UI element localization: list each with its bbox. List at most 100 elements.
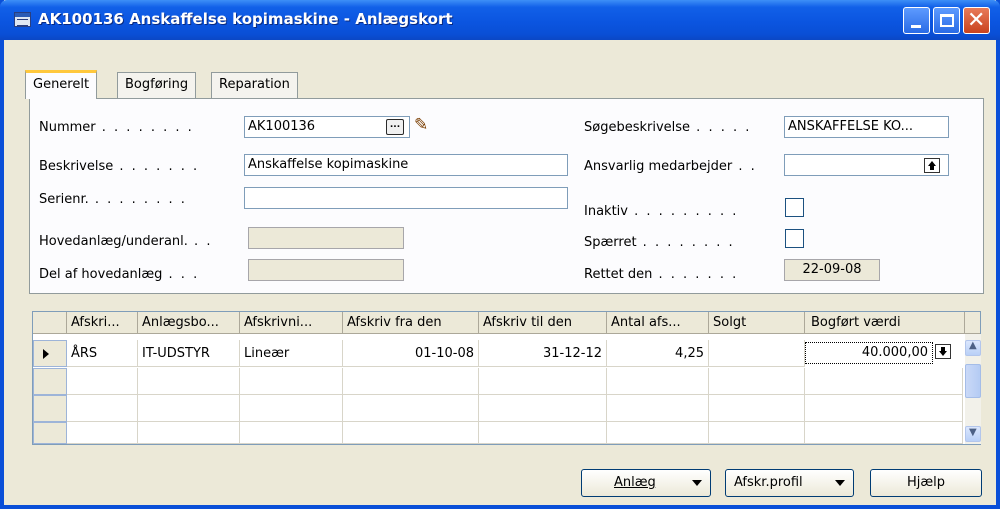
cell[interactable]	[479, 368, 607, 395]
cell[interactable]	[607, 422, 709, 444]
cell-bogfort-vaerdi[interactable]: 40.000,00	[805, 342, 933, 364]
spaerret-label: Spærret . . . . . . . .	[584, 235, 735, 250]
cell[interactable]	[343, 395, 479, 422]
row-selector[interactable]	[33, 340, 67, 367]
column-header[interactable]: Anlægsbo...	[138, 312, 240, 334]
anlaeg-button-label: Anlæg	[614, 475, 656, 490]
soegebeskrivelse-field[interactable]: ANSKAFFELSE KO...	[784, 116, 949, 138]
cell-afskrivningsmetode[interactable]: Lineær	[240, 340, 343, 367]
beskrivelse-label: Beskrivelse . . . . . . .	[39, 159, 200, 174]
anlaeg-button[interactable]: Anlæg	[581, 469, 711, 497]
table-row[interactable]	[33, 395, 963, 422]
rettet-label: Rettet den . . . . . . .	[584, 267, 739, 282]
cell[interactable]	[607, 368, 709, 395]
scroll-thumb[interactable]	[965, 364, 981, 398]
delaf-label: Del af hovedanlæg . . .	[39, 267, 200, 282]
depreciation-grid: Afskri... Anlægsbo... Afskrivni... Afskr…	[32, 311, 981, 445]
cell[interactable]	[805, 368, 963, 395]
cell-afskriv-til[interactable]: 31-12-12	[479, 340, 607, 367]
minimize-button[interactable]	[903, 7, 930, 34]
inaktiv-checkbox[interactable]	[785, 198, 804, 217]
cell[interactable]	[479, 395, 607, 422]
cell[interactable]	[343, 422, 479, 444]
row-selector[interactable]	[33, 395, 67, 422]
pencil-icon[interactable]: ✎	[414, 115, 428, 135]
cell-afskrivningsprofil[interactable]: ÅRS	[67, 340, 138, 367]
hovedanlaeg-field	[248, 227, 404, 249]
cell[interactable]	[138, 368, 240, 395]
grid-header: Afskri... Anlægsbo... Afskrivni... Afskr…	[33, 312, 980, 334]
cell[interactable]	[709, 368, 805, 395]
cell[interactable]	[67, 395, 138, 422]
help-button-label: Hjælp	[906, 475, 946, 490]
card-window: AK100136 Anskaffelse kopimaskine - Anlæg…	[0, 0, 1000, 509]
cell-antal[interactable]: 4,25	[607, 340, 709, 367]
cell[interactable]	[67, 368, 138, 395]
tab-label: Generelt	[33, 77, 90, 92]
cell-anlaegsbogforing[interactable]: IT-UDSTYR	[138, 340, 240, 367]
delaf-field	[248, 259, 404, 281]
cell[interactable]	[805, 422, 963, 444]
serienr-field[interactable]	[244, 187, 568, 209]
afskr-profil-button[interactable]: Afskr.profil	[725, 469, 854, 497]
serienr-label: Serienr. . . . . . . . .	[39, 192, 187, 207]
dropdown-arrow-icon	[835, 480, 845, 486]
cell[interactable]	[138, 395, 240, 422]
vertical-scrollbar[interactable]: ▲ ▼	[965, 334, 981, 444]
cell[interactable]	[709, 422, 805, 444]
column-header[interactable]: Antal afs...	[607, 312, 709, 334]
lookup-arrow-icon[interactable]	[924, 158, 940, 173]
close-button[interactable]: ✕	[963, 7, 990, 34]
afskr-profil-button-label: Afskr.profil	[734, 475, 803, 490]
spaerret-checkbox[interactable]	[785, 229, 804, 248]
cell[interactable]	[709, 395, 805, 422]
maximize-icon	[940, 14, 954, 27]
tab-label: Reparation	[219, 77, 290, 92]
help-button[interactable]: Hjælp	[870, 469, 982, 497]
row-selector-header	[33, 312, 67, 334]
title-bar[interactable]: AK100136 Anskaffelse kopimaskine - Anlæg…	[0, 0, 1000, 40]
cell[interactable]	[343, 368, 479, 395]
column-header[interactable]: Bogført værdi	[805, 312, 965, 334]
cell[interactable]	[240, 422, 343, 444]
cell[interactable]	[240, 368, 343, 395]
cell[interactable]	[479, 422, 607, 444]
row-selector[interactable]	[33, 368, 67, 395]
column-header[interactable]: Afskriv til den	[479, 312, 607, 334]
cell[interactable]	[240, 395, 343, 422]
hovedanlaeg-label: Hovedanlæg/underanl. . .	[39, 234, 213, 249]
rettet-field: 22-09-08	[784, 259, 880, 281]
cell[interactable]	[138, 422, 240, 444]
minimize-icon	[911, 25, 921, 28]
row-selector[interactable]	[33, 422, 67, 444]
form-icon	[14, 12, 31, 27]
cell-afskriv-fra[interactable]: 01-10-08	[343, 340, 479, 367]
chevron-down-icon: ▼	[969, 427, 977, 438]
table-row[interactable]	[33, 368, 963, 395]
nummer-label: Nummer . . . . . . . .	[39, 120, 194, 135]
column-header[interactable]: Afskrivni...	[240, 312, 343, 334]
cell[interactable]	[805, 395, 963, 422]
cell[interactable]	[67, 422, 138, 444]
tab-reparation[interactable]: Reparation	[211, 72, 298, 98]
window-title: AK100136 Anskaffelse kopimaskine - Anlæg…	[38, 10, 453, 28]
soegebeskrivelse-label: Søgebeskrivelse . . . . .	[584, 120, 752, 135]
table-row[interactable]: ÅRS IT-UDSTYR Lineær 01-10-08 31-12-12 4…	[33, 340, 963, 367]
drilldown-arrow-icon[interactable]	[935, 344, 951, 359]
cell[interactable]	[607, 395, 709, 422]
column-header[interactable]: Afskri...	[67, 312, 138, 334]
close-icon: ✕	[967, 8, 986, 33]
tab-bogforing[interactable]: Bogføring	[117, 72, 197, 98]
cell-solgt[interactable]	[709, 340, 805, 367]
table-row[interactable]	[33, 422, 963, 449]
column-header[interactable]: Solgt	[709, 312, 805, 334]
chevron-up-icon: ▲	[969, 340, 977, 351]
ansvarlig-label: Ansvarlig medarbejder . .	[584, 159, 757, 174]
assist-edit-button[interactable]: ...	[386, 119, 404, 135]
tab-generelt[interactable]: Generelt	[25, 70, 98, 99]
maximize-button[interactable]	[933, 7, 960, 34]
column-header[interactable]: Afskriv fra den	[343, 312, 479, 334]
scroll-up-button[interactable]: ▲	[965, 340, 981, 356]
beskrivelse-field[interactable]: Anskaffelse kopimaskine	[244, 154, 568, 176]
scroll-down-button[interactable]: ▼	[965, 426, 981, 442]
